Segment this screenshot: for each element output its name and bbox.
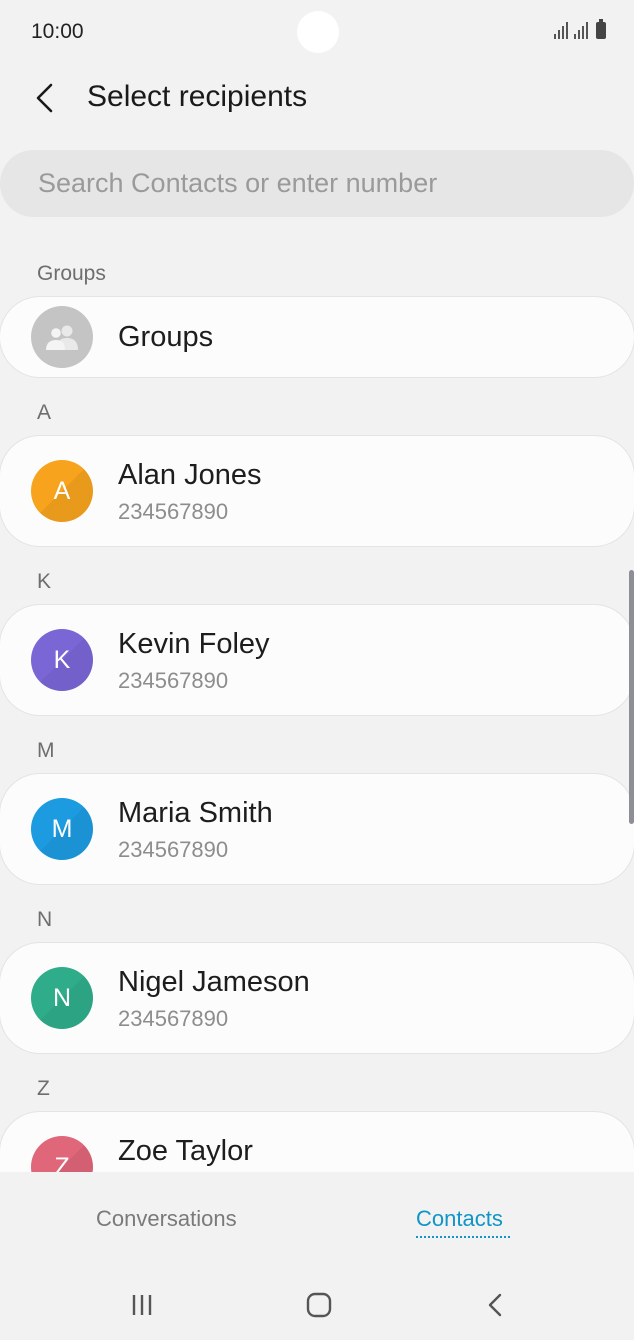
section-header-m: M (37, 739, 55, 762)
tab-contacts[interactable]: Contacts (416, 1206, 503, 1232)
home-icon (306, 1292, 332, 1318)
battery-icon (596, 19, 606, 39)
contact-item[interactable]: N Nigel Jameson 234567890 (0, 943, 634, 1053)
status-bar: 10:00 (0, 0, 634, 64)
status-time: 10:00 (31, 20, 84, 43)
signal-icon-2 (574, 21, 588, 39)
contact-item[interactable]: M Maria Smith 234567890 (0, 774, 634, 884)
contact-avatar: M (31, 798, 93, 860)
section-header-groups: Groups (37, 262, 106, 285)
tab-conversations[interactable]: Conversations (96, 1206, 237, 1232)
people-icon (46, 325, 78, 350)
contact-number: 234567890 (118, 1006, 229, 1031)
system-nav-bar (0, 1270, 634, 1340)
section-header-n: N (37, 908, 53, 931)
section-header-k: K (37, 570, 52, 593)
contact-name: Kevin Foley (118, 628, 270, 660)
contact-name: Zoe Taylor (118, 1135, 253, 1167)
scrollbar[interactable] (629, 570, 634, 824)
section-header-a: A (37, 401, 52, 424)
groups-item-label: Groups (118, 321, 214, 353)
home-button[interactable] (299, 1288, 339, 1322)
active-tab-indicator (416, 1236, 510, 1238)
section-header-z: Z (37, 1077, 50, 1100)
signal-icon (554, 21, 568, 39)
status-icons (554, 19, 606, 39)
contact-number: 234567890 (118, 837, 229, 862)
contact-item[interactable]: A Alan Jones 234567890 (0, 436, 634, 546)
page-title: Select recipients (87, 80, 308, 113)
search-input[interactable] (38, 150, 598, 217)
nav-back-button[interactable] (476, 1288, 516, 1322)
search-bar[interactable] (0, 150, 634, 217)
app-header: Select recipients (0, 64, 634, 132)
camera-cutout (297, 11, 339, 53)
contact-avatar: K (31, 629, 93, 691)
groups-avatar (31, 306, 93, 368)
bottom-tab-bar: Conversations Contacts (0, 1172, 634, 1270)
nav-back-icon (488, 1293, 502, 1317)
contact-avatar: Z (31, 1136, 93, 1172)
contact-name: Nigel Jameson (118, 966, 310, 998)
list-clip: Z Zoe Taylor (0, 1100, 634, 1172)
recent-apps-icon (132, 1295, 152, 1315)
contact-name: Maria Smith (118, 797, 273, 829)
contact-item[interactable]: K Kevin Foley 234567890 (0, 605, 634, 715)
contact-name: Alan Jones (118, 459, 262, 491)
back-arrow-icon (36, 83, 53, 113)
contact-avatar: N (31, 967, 93, 1029)
recent-apps-button[interactable] (122, 1288, 162, 1322)
contact-avatar: A (31, 460, 93, 522)
contact-item[interactable]: Z Zoe Taylor (0, 1112, 634, 1172)
contact-number: 234567890 (118, 499, 229, 524)
back-button[interactable] (26, 78, 66, 118)
contact-number: 234567890 (118, 668, 229, 693)
groups-item[interactable]: Groups (0, 297, 634, 377)
